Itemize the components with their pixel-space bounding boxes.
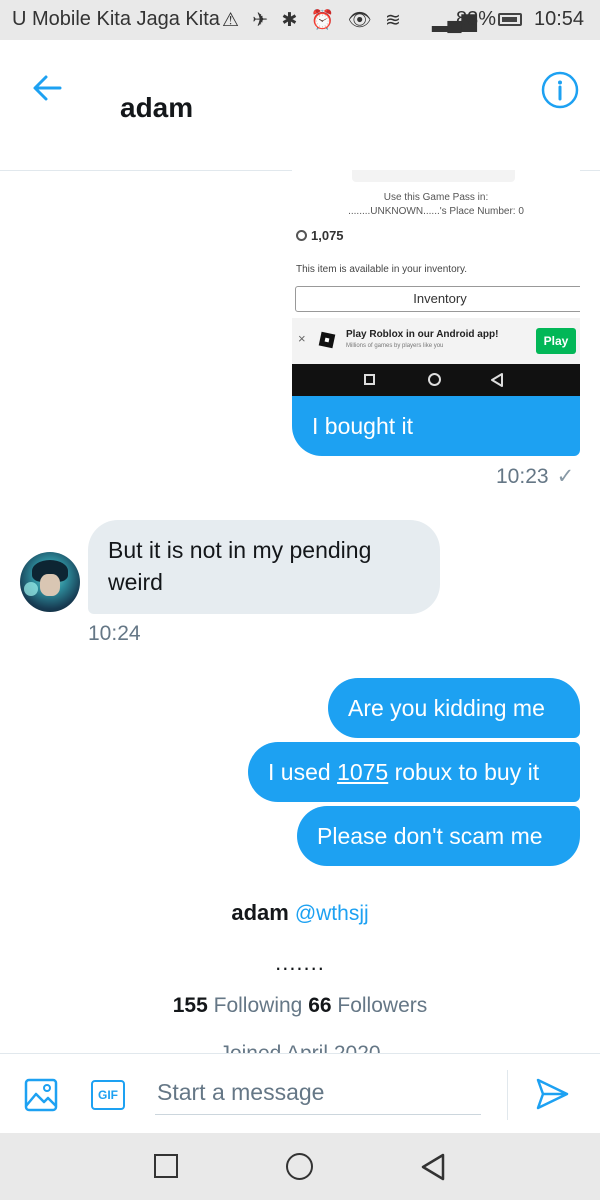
recents-icon bbox=[364, 374, 375, 385]
send-icon[interactable] bbox=[534, 1076, 570, 1112]
promo-close-icon: × bbox=[298, 331, 306, 346]
message-input[interactable] bbox=[155, 1070, 481, 1115]
robux-icon bbox=[296, 230, 307, 241]
back-button-icon[interactable] bbox=[420, 1152, 446, 1182]
promo-play-button: Play bbox=[536, 328, 576, 354]
inventory-button: Inventory bbox=[295, 286, 580, 312]
clock: 10:54 bbox=[534, 8, 585, 30]
followers-label[interactable]: Followers bbox=[332, 994, 427, 1017]
message-bubble-incoming[interactable]: But it is not in my pending weird bbox=[88, 520, 440, 614]
profile-handle[interactable]: @wthsjj bbox=[295, 902, 369, 925]
shared-screenshot-image[interactable]: Use this Game Pass in: ........UNKNOWN..… bbox=[292, 170, 580, 396]
game-pass-text: Use this Game Pass in: bbox=[383, 192, 489, 203]
back-arrow-icon[interactable] bbox=[28, 68, 68, 108]
screenshot-tab bbox=[352, 170, 515, 182]
carrier-name: U Mobile Kita Jaga Kita bbox=[12, 8, 220, 30]
timestamp-text: 10:23 bbox=[496, 465, 549, 488]
profile-name[interactable]: adam bbox=[231, 900, 288, 925]
home-icon bbox=[428, 373, 441, 386]
battery-percent: 83% bbox=[456, 8, 497, 30]
battery-icon bbox=[498, 13, 522, 26]
message-bubble-outgoing[interactable]: Are you kidding me bbox=[328, 678, 580, 738]
message-bubble-outgoing[interactable]: I used 1075 robux to buy it bbox=[248, 742, 580, 802]
status-icons: ⚠ ✈ ✱ ⏰ 👁 ≋ bbox=[222, 10, 405, 31]
message-timestamp: 10:24 bbox=[88, 622, 141, 645]
following-count[interactable]: 155 bbox=[173, 994, 208, 1017]
info-icon[interactable] bbox=[540, 70, 580, 110]
system-nav-bar bbox=[0, 1133, 600, 1200]
recents-button-icon[interactable] bbox=[154, 1154, 178, 1178]
message-bubble-outgoing[interactable]: I bought it bbox=[292, 396, 580, 456]
promo-title: Play Roblox in our Android app! bbox=[346, 329, 499, 340]
profile-name-line: adam @wthsjj bbox=[0, 900, 600, 926]
joined-date: Joined April 2020 bbox=[219, 1042, 381, 1054]
sent-check-icon: ✓ bbox=[556, 465, 575, 488]
avatar[interactable] bbox=[20, 552, 80, 612]
gif-button[interactable]: GIF bbox=[91, 1080, 125, 1110]
message-timestamp: 10:23 ✓ bbox=[496, 464, 574, 489]
price-value: 1,075 bbox=[311, 228, 344, 243]
message-bubble-outgoing[interactable]: Please don't scam me bbox=[297, 806, 580, 866]
message-text: I used bbox=[268, 759, 338, 785]
status-bar: U Mobile Kita Jaga Kita ⚠ ✈ ✱ ⏰ 👁 ≋ ▂▄▆ … bbox=[0, 0, 600, 40]
follow-stats: 155 Following 66 Followers bbox=[0, 994, 600, 1018]
message-text: robux to buy it bbox=[388, 759, 540, 785]
screenshot-nav-bar bbox=[292, 364, 580, 396]
conversation-header: adam bbox=[0, 40, 600, 171]
availability-text: This item is available in your inventory… bbox=[296, 264, 467, 275]
image-icon[interactable] bbox=[24, 1078, 58, 1112]
composer-divider bbox=[507, 1070, 508, 1120]
message-link[interactable]: 1075 bbox=[337, 759, 388, 785]
place-number-text: ........UNKNOWN......'s Place Number: 0 bbox=[348, 206, 524, 217]
following-label[interactable]: Following bbox=[208, 994, 308, 1017]
home-button-icon[interactable] bbox=[286, 1153, 313, 1180]
followers-count[interactable]: 66 bbox=[308, 994, 331, 1017]
message-composer: GIF bbox=[0, 1053, 600, 1134]
robux-price: 1,075 bbox=[296, 228, 344, 243]
promo-subtitle: Millions of games by players like you bbox=[346, 343, 444, 349]
app-promo-banner: × Play Roblox in our Android app! Millio… bbox=[292, 318, 580, 364]
profile-bio: ....... bbox=[275, 950, 325, 975]
conversation-title: adam bbox=[120, 92, 194, 123]
back-icon bbox=[491, 373, 503, 387]
roblox-logo-icon bbox=[318, 331, 336, 349]
